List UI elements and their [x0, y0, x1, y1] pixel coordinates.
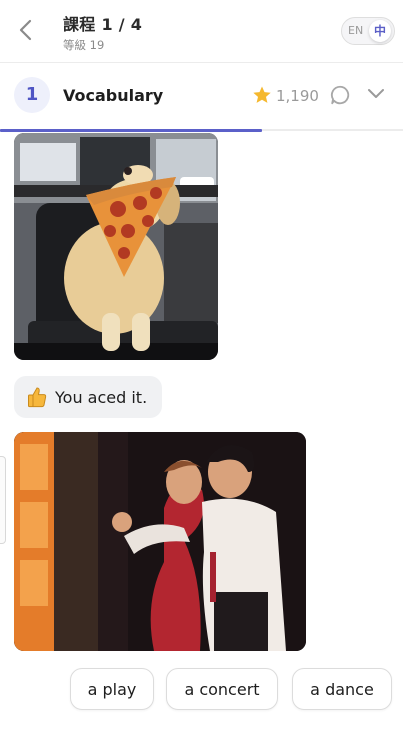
feedback-bubble: You aced it. [14, 376, 162, 418]
chevron-left-icon [19, 19, 32, 41]
lesson-bar: 1 Vocabulary 1,190 [0, 63, 403, 131]
lesson-number-badge: 1 [14, 77, 50, 113]
chevron-down-icon[interactable] [366, 86, 386, 102]
thumbs-up-icon [28, 387, 47, 408]
side-drawer-handle[interactable] [0, 456, 6, 544]
level-label: 等級 19 [63, 38, 105, 52]
couple-dancing-tango-image [14, 432, 306, 651]
answer-option-a-dance[interactable]: a dance [292, 668, 392, 710]
answer-option-a-concert[interactable]: a concert [166, 668, 278, 710]
star-icon [253, 86, 271, 103]
lesson-progress-track [0, 129, 403, 132]
course-progress-title: 課程 1 / 4 [63, 15, 143, 34]
lang-zh-label[interactable]: 中 [369, 20, 391, 42]
feedback-text: You aced it. [55, 387, 148, 407]
dog-with-pizza-slice-image [14, 133, 218, 360]
lesson-progress-fill [0, 129, 262, 132]
lang-en-label[interactable]: EN [348, 24, 363, 37]
dog-photo-illustration [14, 133, 218, 360]
back-button[interactable] [10, 14, 40, 46]
tango-photo-illustration [14, 432, 306, 651]
header-title-block: 課程 1 / 4 等級 19 [63, 11, 142, 53]
answer-option-a-play[interactable]: a play [70, 668, 154, 710]
lesson-title: Vocabulary [63, 86, 164, 105]
top-header: 課程 1 / 4 等級 19 EN 中 [0, 0, 403, 63]
language-toggle[interactable]: EN 中 [341, 17, 395, 45]
chat-bubble-icon[interactable] [329, 84, 351, 106]
points-count: 1,190 [276, 87, 319, 105]
